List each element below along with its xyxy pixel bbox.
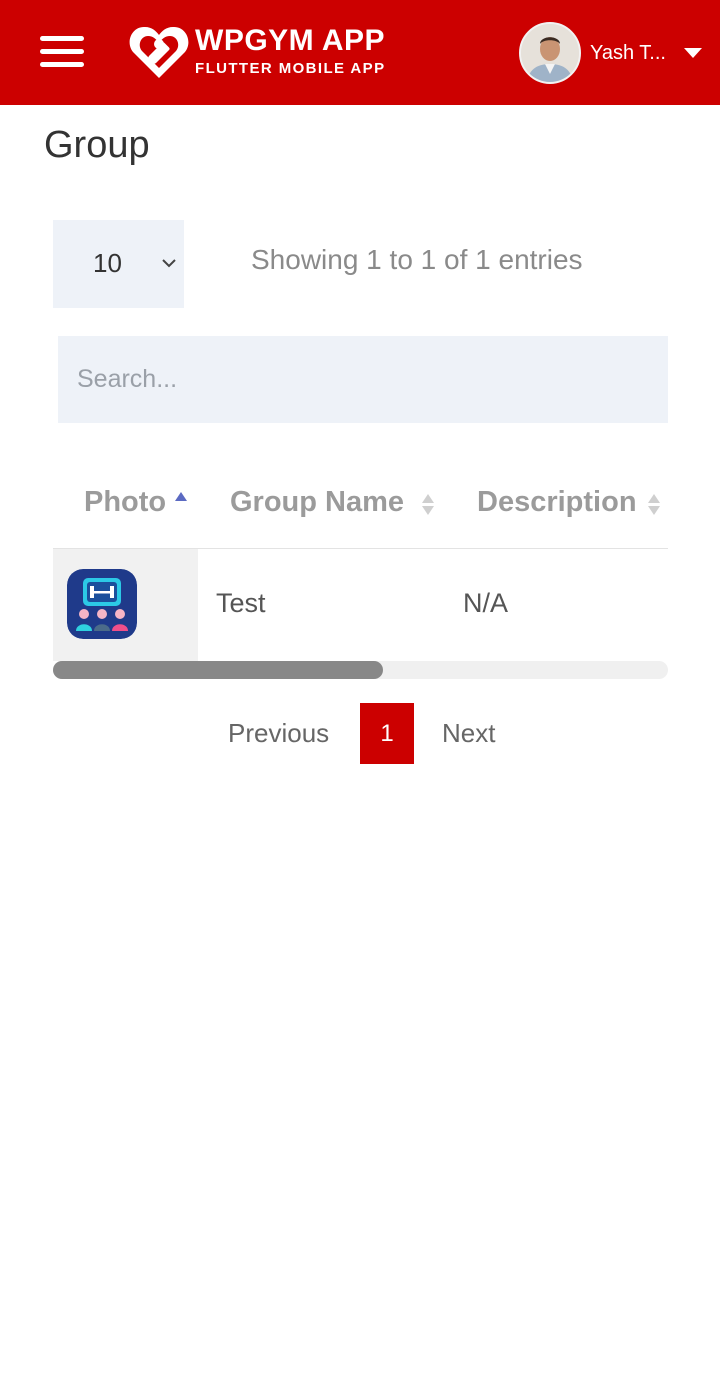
column-header-label: Group Name bbox=[230, 486, 405, 518]
column-header-photo[interactable]: Photo bbox=[84, 486, 166, 519]
user-avatar-icon bbox=[521, 24, 579, 82]
chevron-down-icon bbox=[162, 259, 176, 268]
column-header-label: Description bbox=[477, 486, 637, 518]
logo-title: WPGYM APP bbox=[195, 24, 386, 57]
next-page-button[interactable]: Next bbox=[442, 718, 495, 749]
avatar[interactable] bbox=[519, 22, 581, 84]
search-input[interactable] bbox=[58, 336, 668, 423]
previous-page-button[interactable]: Previous bbox=[228, 718, 329, 749]
page-1-button[interactable]: 1 bbox=[360, 703, 414, 764]
group-name-cell: Test bbox=[216, 588, 266, 618]
group-dumbbell-icon bbox=[67, 569, 137, 639]
page-length-select[interactable]: 10 bbox=[53, 220, 184, 308]
app-header: WPGYM APP FLUTTER MOBILE APP Yash T... bbox=[0, 0, 720, 105]
page-title: Group bbox=[44, 124, 150, 166]
description-cell: N/A bbox=[463, 588, 509, 618]
column-header-description[interactable]: Description bbox=[477, 486, 637, 519]
page-length-value: 10 bbox=[93, 248, 122, 278]
sort-both-icon bbox=[422, 494, 434, 516]
sort-ascending-icon bbox=[175, 492, 187, 501]
logo-heart-icon bbox=[129, 26, 189, 79]
column-header-group-name[interactable]: Group Name bbox=[230, 486, 404, 519]
entries-info: Showing 1 to 1 of 1 entries bbox=[251, 244, 583, 275]
caret-down-icon[interactable] bbox=[684, 48, 702, 58]
column-header-label: Photo bbox=[84, 486, 167, 518]
logo-subtitle: FLUTTER MOBILE APP bbox=[195, 60, 386, 77]
menu-icon[interactable] bbox=[40, 36, 84, 68]
user-name[interactable]: Yash T... bbox=[590, 42, 670, 65]
scrollbar-thumb[interactable] bbox=[53, 661, 383, 679]
sort-both-icon bbox=[648, 494, 660, 516]
